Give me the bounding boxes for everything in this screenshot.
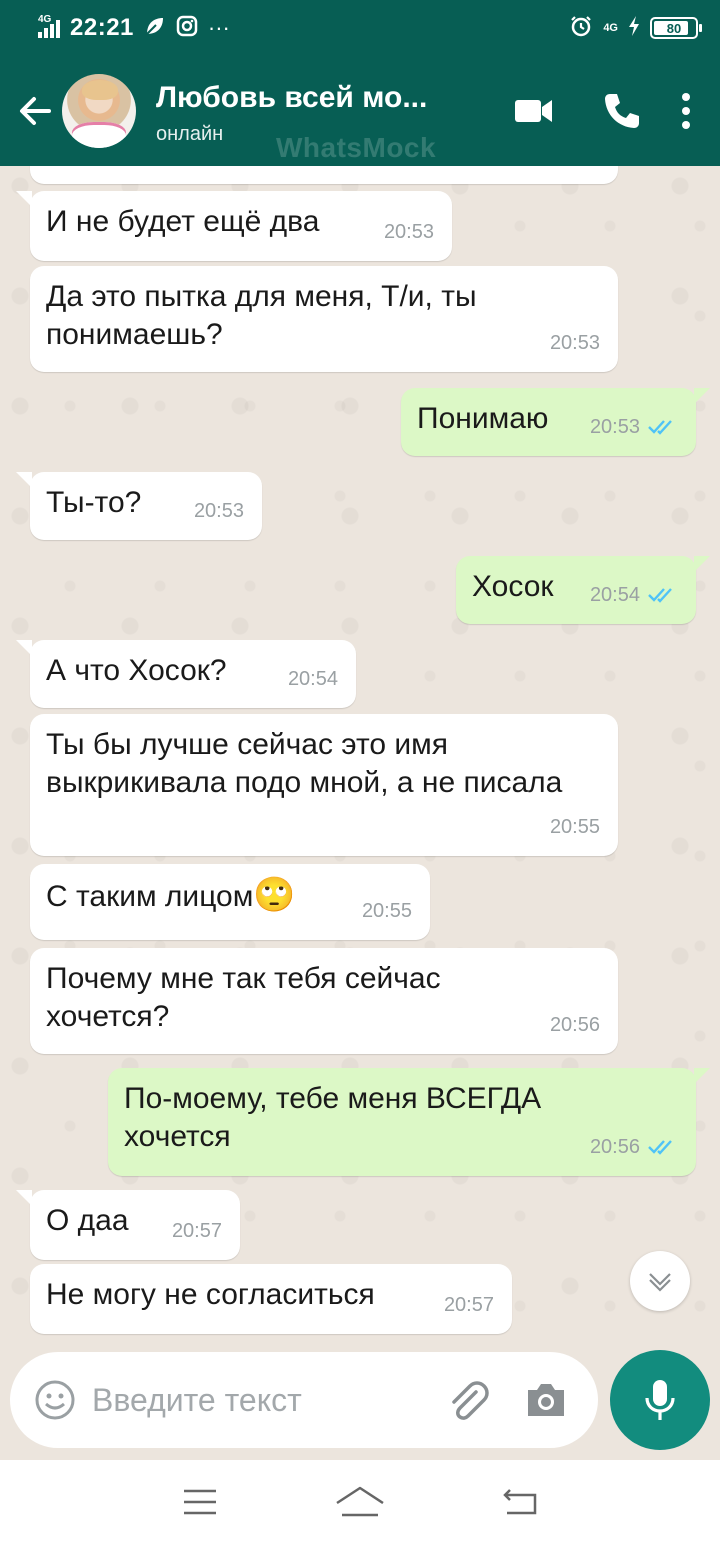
contact-name: Любовь всей мо...: [156, 81, 428, 114]
read-ticks-icon: [648, 1140, 672, 1155]
message-text: Не могу не согласиться: [46, 1278, 375, 1311]
header-actions: [490, 81, 706, 141]
charging-icon: [628, 15, 640, 42]
message-bubble-outgoing[interactable]: По-моему, тебе меня ВСЕГДА хочется 20:56: [108, 1068, 710, 1176]
signal-icon: 4G: [38, 14, 60, 38]
message-meta: 20:54: [590, 576, 678, 614]
message-text: Ты бы лучше сейчас это имя выкрикивала п…: [46, 728, 563, 799]
message-time: 20:53: [193, 500, 244, 522]
menu-button[interactable]: [666, 81, 706, 141]
battery-level: 80: [666, 20, 682, 36]
more-notifications-icon: ···: [207, 15, 230, 40]
message-meta: 20:55: [362, 892, 412, 930]
contact-status: онлайн: [156, 123, 224, 145]
message-text: Почему мне так тебя сейчас хочется?: [46, 962, 441, 1033]
emoji-button[interactable]: [34, 1379, 76, 1421]
microphone-icon: [645, 1380, 675, 1420]
message-meta: 20:53: [550, 324, 600, 362]
voice-call-button[interactable]: [578, 81, 666, 141]
phone-icon: [605, 94, 639, 128]
camera-button[interactable]: [524, 1381, 568, 1419]
back-return-icon: [503, 1489, 537, 1515]
battery-icon: 80: [650, 17, 702, 39]
status-bar-right: 4G 80: [569, 14, 702, 43]
message-meta: 20:57: [172, 1212, 222, 1250]
message-text-main: С таким лицом: [46, 880, 254, 913]
message-text: И не будет ещё два: [46, 205, 320, 238]
message-time: 20:54: [287, 668, 338, 690]
message-bubble-outgoing[interactable]: Хосок 20:54: [456, 556, 710, 624]
video-call-button[interactable]: [490, 81, 578, 141]
video-camera-icon: [515, 100, 552, 122]
read-ticks-icon: [648, 588, 672, 603]
instagram-icon: [176, 15, 198, 41]
paperclip-icon: [452, 1381, 489, 1420]
message-time: 20:53: [589, 416, 640, 438]
camera-icon: [528, 1384, 564, 1416]
message-meta: 20:53: [194, 492, 244, 530]
chevron-down-icon: [649, 1273, 671, 1292]
clock: 22:21: [70, 14, 134, 41]
message-meta: 20:53: [590, 408, 678, 446]
status-bar-left: 4G 22:21 ···: [38, 14, 230, 42]
alarm-icon: [569, 14, 593, 43]
message-time: 20:53: [549, 332, 600, 354]
message-bubble-incoming[interactable]: С таким лицом🙄 20:55: [30, 864, 430, 940]
message-bubble-incoming[interactable]: Ты-то? 20:53: [16, 472, 262, 540]
network-type-right: 4G: [603, 22, 618, 34]
voice-record-button[interactable]: [610, 1350, 710, 1450]
watermark: WhatsMock: [276, 132, 437, 163]
recents-button[interactable]: [160, 1472, 240, 1532]
message-bubble-outgoing[interactable]: Понимаю 20:53: [401, 388, 710, 456]
message-bubble-incoming[interactable]: Да это пытка для меня, Т/и, ты понимаешь…: [30, 266, 618, 372]
chat-header: Любовь всей мо... онлайн WhatsMock: [0, 56, 720, 166]
leaf-icon: [144, 15, 166, 41]
menu-lines-icon: [184, 1489, 216, 1515]
message-time: 20:54: [589, 584, 640, 606]
system-nav-bar: [0, 1460, 720, 1544]
message-meta: 20:57: [444, 1286, 494, 1324]
chat-area[interactable]: И не будет ещё два 20:53 Да это пытка дл…: [0, 166, 720, 1346]
message-time: 20:57: [171, 1220, 222, 1242]
home-icon: [336, 1486, 384, 1517]
home-button[interactable]: [320, 1472, 400, 1532]
more-vert-icon: [682, 93, 690, 129]
message-time: 20:56: [549, 1014, 600, 1036]
message-text: С таким лицом🙄: [46, 876, 414, 916]
read-ticks-icon: [648, 420, 672, 435]
smiley-icon: [35, 1380, 75, 1420]
attach-button[interactable]: [446, 1378, 490, 1422]
message-time: 20:55: [361, 900, 412, 922]
network-type: 4G: [38, 14, 52, 25]
message-bubble-incoming[interactable]: О даа 20:57: [16, 1190, 240, 1260]
message-bubble-incoming[interactable]: А что Хосок? 20:54: [16, 640, 356, 708]
message-input-bar: Введите текст: [10, 1352, 598, 1448]
scroll-to-bottom-button[interactable]: [630, 1251, 690, 1311]
message-bubble-incoming[interactable]: Не могу не согласиться 20:57: [30, 1264, 512, 1334]
avatar[interactable]: [62, 74, 136, 148]
face-with-rolling-eyes-emoji: 🙄: [253, 876, 296, 914]
message-bubble-incoming[interactable]: Почему мне так тебя сейчас хочется? 20:5…: [30, 948, 618, 1054]
arrow-left-icon: [20, 97, 51, 125]
message-bubble-partial[interactable]: [30, 166, 618, 184]
message-text: Да это пытка для меня, Т/и, ты понимаешь…: [46, 280, 477, 351]
message-meta: 20:54: [288, 660, 338, 698]
message-time: 20:57: [443, 1294, 494, 1316]
back-nav-button[interactable]: [480, 1472, 560, 1532]
message-meta: 20:53: [384, 213, 434, 251]
back-button[interactable]: [8, 81, 62, 141]
message-time: 20:56: [589, 1136, 640, 1158]
status-bar: 4G 22:21 ··· 4G 80: [0, 0, 720, 56]
message-time: 20:53: [383, 221, 434, 243]
message-meta: 20:56: [550, 1006, 600, 1044]
message-bubble-incoming[interactable]: И не будет ещё два 20:53: [16, 191, 452, 261]
message-time: 20:55: [549, 816, 600, 838]
message-meta: 20:56: [590, 1128, 678, 1166]
message-meta: 20:55: [550, 808, 600, 846]
message-input[interactable]: Введите текст: [92, 1382, 446, 1419]
message-bubble-incoming[interactable]: Ты бы лучше сейчас это имя выкрикивала п…: [30, 714, 618, 856]
